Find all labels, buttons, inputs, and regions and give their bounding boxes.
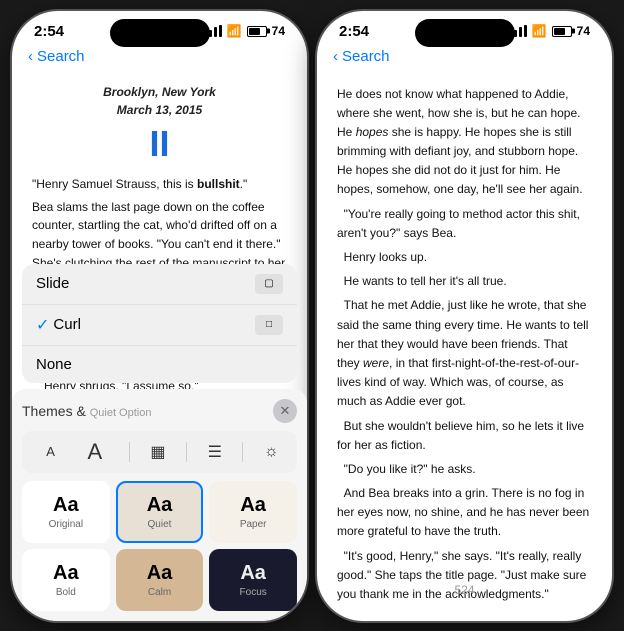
font-decrease-button[interactable]: A — [40, 442, 61, 461]
book-date: March 13, 2015 — [32, 101, 287, 120]
slide-icon: ▢ — [255, 274, 283, 294]
r-para-6: But she wouldn't believe him, so he lets… — [337, 417, 592, 455]
back-label-left: Search — [37, 48, 85, 65]
back-button-left[interactable]: ‹ Search — [28, 48, 85, 65]
back-button-right[interactable]: ‹ Search — [333, 48, 390, 65]
theme-bold[interactable]: Aa Bold — [22, 549, 110, 611]
theme-calm-name: Calm — [148, 587, 171, 598]
curl-label: Curl — [53, 316, 255, 333]
theme-focus[interactable]: Aa Focus — [209, 549, 297, 611]
book-title-area: Brooklyn, New York March 13, 2015 II — [32, 83, 287, 164]
none-label: None — [36, 356, 283, 373]
status-icons-right: 📶 74 — [509, 24, 590, 38]
theme-calm-aa: Aa — [147, 562, 173, 585]
nav-bar-left: ‹ Search — [12, 44, 307, 73]
transition-none[interactable]: None — [22, 346, 297, 383]
r-para-2: "You're really going to method actor thi… — [337, 205, 592, 243]
back-label-right: Search — [342, 48, 390, 65]
close-button[interactable]: ✕ — [273, 399, 297, 423]
r-para-7: "Do you like it?" he asks. — [337, 460, 592, 479]
para-1: "Henry Samuel Strauss, this is bullshit.… — [32, 175, 287, 194]
r-para-8: And Bea breaks into a grin. There is no … — [337, 484, 592, 542]
dynamic-island-right — [415, 19, 515, 47]
wifi-icon-right: 📶 — [532, 24, 547, 38]
r-para-4: He wants to tell her it's all true. — [337, 272, 592, 291]
reading-content[interactable]: He does not know what happened to Addie,… — [317, 73, 612, 603]
theme-quiet-aa: Aa — [147, 494, 173, 517]
divider-1 — [129, 442, 130, 462]
r-para-1: He does not know what happened to Addie,… — [337, 85, 592, 200]
overlay-panel: Slide ▢ ✓ Curl □ None — [12, 264, 307, 621]
dynamic-island — [110, 19, 210, 47]
layout-button[interactable]: ☰ — [208, 442, 222, 462]
battery-pct-left: 74 — [272, 24, 285, 38]
format-row: A A ▦ ☰ ☼ — [22, 431, 297, 473]
phones-container: 2:54 📶 74 ‹ Search — [12, 11, 612, 621]
theme-focus-aa: Aa — [240, 562, 266, 585]
themes-bar: Themes & Quiet Option ✕ A A ▦ ☰ ☼ — [12, 389, 307, 621]
themes-header: Themes & Quiet Option ✕ — [22, 399, 297, 423]
theme-grid: Aa Original Aa Quiet Aa Paper Aa Bold — [22, 481, 297, 621]
theme-original-name: Original — [49, 519, 83, 530]
theme-original[interactable]: Aa Original — [22, 481, 110, 543]
chevron-left-icon-right: ‹ — [333, 48, 338, 65]
theme-bold-aa: Aa — [53, 562, 79, 585]
transition-curl[interactable]: ✓ Curl □ — [22, 305, 297, 346]
theme-bold-name: Bold — [56, 587, 76, 598]
theme-paper-name: Paper — [240, 519, 267, 530]
slide-label: Slide — [36, 275, 255, 292]
battery-icon — [247, 26, 267, 37]
themes-title: Themes & Quiet Option — [22, 403, 151, 419]
transition-slide[interactable]: Slide ▢ — [22, 264, 297, 305]
font-increase-button[interactable]: A — [82, 437, 109, 467]
battery-icon-right — [552, 26, 572, 37]
nav-bar-right: ‹ Search — [317, 44, 612, 73]
theme-paper-aa: Aa — [240, 494, 266, 517]
theme-original-aa: Aa — [53, 494, 79, 517]
theme-focus-name: Focus — [240, 587, 267, 598]
time-right: 2:54 — [339, 23, 369, 40]
divider-3 — [242, 442, 243, 462]
book-chapter: II — [32, 124, 287, 164]
book-location: Brooklyn, New York — [32, 83, 287, 102]
check-icon: ✓ — [36, 315, 49, 335]
theme-quiet-name: Quiet — [148, 519, 172, 530]
status-icons-left: 📶 74 — [204, 24, 285, 38]
battery-pct-right: 74 — [577, 24, 590, 38]
page-number: 524 — [317, 579, 612, 601]
divider-2 — [186, 442, 187, 462]
r-para-5: That he met Addie, just like he wrote, t… — [337, 296, 592, 411]
left-phone: 2:54 📶 74 ‹ Search — [12, 11, 307, 621]
transition-options: Slide ▢ ✓ Curl □ None — [22, 264, 297, 383]
theme-paper[interactable]: Aa Paper — [209, 481, 297, 543]
curl-icon: □ — [255, 315, 283, 335]
theme-quiet[interactable]: Aa Quiet — [116, 481, 204, 543]
wifi-icon: 📶 — [227, 24, 242, 38]
theme-calm[interactable]: Aa Calm — [116, 549, 204, 611]
time-left: 2:54 — [34, 23, 64, 40]
font-style-button[interactable]: ▦ — [150, 442, 165, 462]
brightness-button[interactable]: ☼ — [264, 443, 279, 461]
chevron-left-icon: ‹ — [28, 48, 33, 65]
right-phone: 2:54 📶 74 ‹ Search — [317, 11, 612, 621]
r-para-3: Henry looks up. — [337, 248, 592, 267]
